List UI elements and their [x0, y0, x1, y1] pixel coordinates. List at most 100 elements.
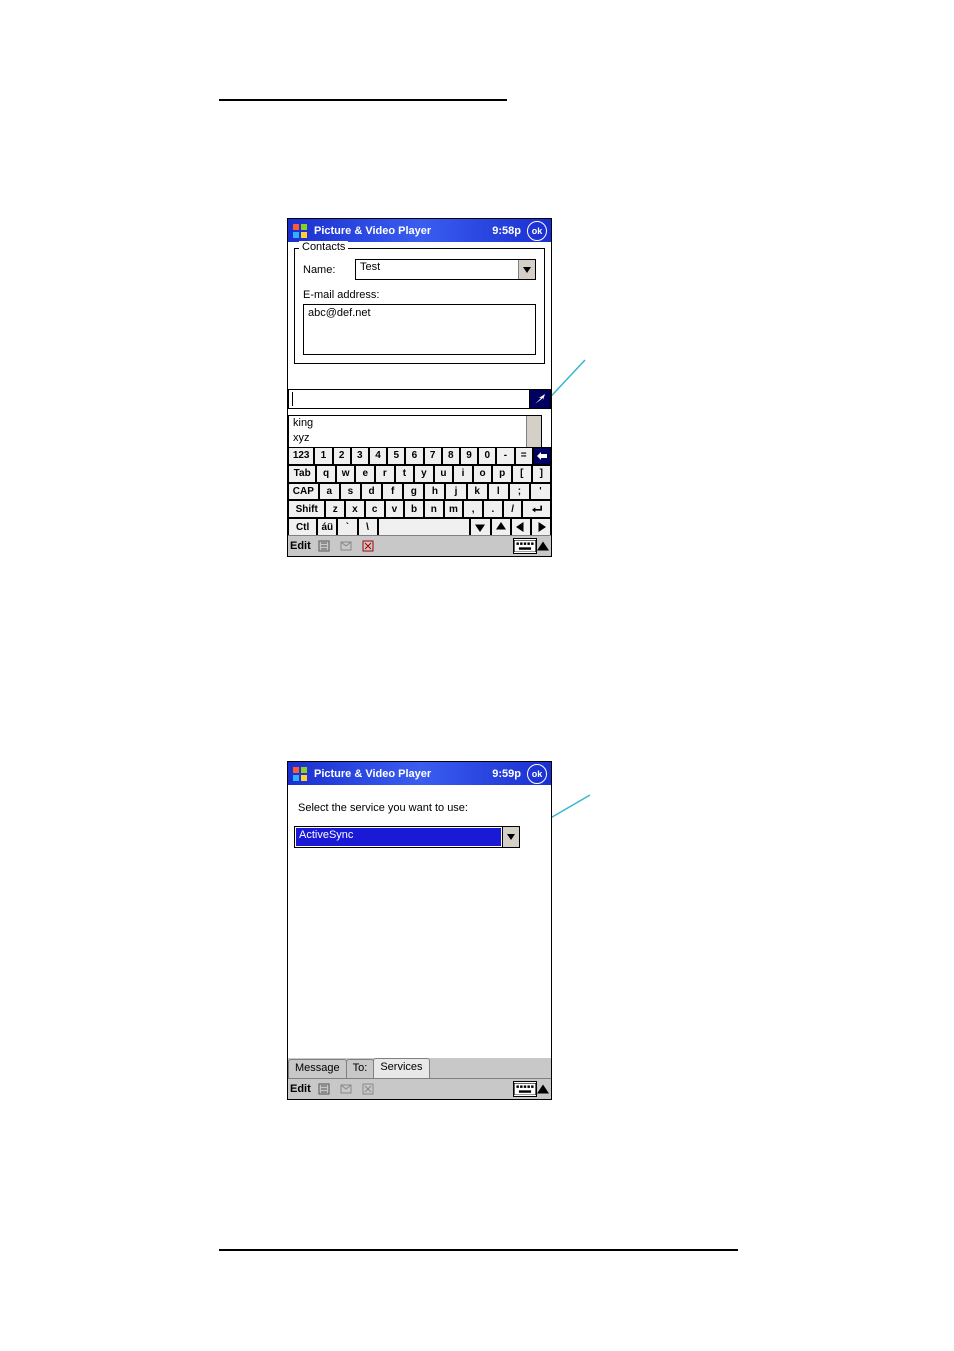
- edit-menu[interactable]: Edit: [290, 540, 311, 552]
- sip-toggle[interactable]: [513, 1081, 549, 1097]
- suggestion-item[interactable]: xyz: [289, 431, 541, 446]
- text-caret: [292, 392, 293, 406]
- tool-icon-2[interactable]: [337, 538, 355, 554]
- key-shift[interactable]: Shift: [288, 500, 325, 518]
- key[interactable]: .: [483, 500, 503, 518]
- ok-button[interactable]: ok: [527, 764, 547, 784]
- tool-icon-1[interactable]: [315, 1081, 333, 1097]
- tool-icon-2[interactable]: [337, 1081, 355, 1097]
- key[interactable]: \: [358, 518, 378, 536]
- tab-services[interactable]: Services: [373, 1058, 429, 1079]
- key[interactable]: ]: [532, 465, 552, 483]
- key[interactable]: z: [325, 500, 345, 518]
- key-accent[interactable]: áü: [317, 518, 337, 536]
- key[interactable]: f: [382, 483, 403, 501]
- keyboard-icon: [513, 1081, 537, 1097]
- key[interactable]: y: [414, 465, 434, 483]
- tab-to[interactable]: To:: [346, 1059, 375, 1080]
- key[interactable]: d: [361, 483, 382, 501]
- contacts-fieldset: Contacts Name: Test E-mail address: abc@…: [294, 248, 545, 364]
- section-divider-top: [219, 99, 507, 101]
- sip-toggle[interactable]: [513, 538, 549, 554]
- key[interactable]: t: [395, 465, 415, 483]
- service-combo[interactable]: ActiveSync: [294, 826, 520, 848]
- key-arrow-up[interactable]: [491, 518, 511, 536]
- recipient-input[interactable]: [288, 389, 530, 409]
- key[interactable]: 6: [405, 447, 423, 465]
- key[interactable]: k: [467, 483, 488, 501]
- key[interactable]: x: [345, 500, 365, 518]
- key-enter[interactable]: [522, 500, 551, 518]
- key[interactable]: h: [424, 483, 445, 501]
- ok-button[interactable]: ok: [527, 221, 547, 241]
- key[interactable]: g: [403, 483, 424, 501]
- key[interactable]: 7: [424, 447, 442, 465]
- key[interactable]: /: [503, 500, 523, 518]
- key[interactable]: 1: [314, 447, 332, 465]
- start-icon[interactable]: [292, 223, 308, 239]
- tool-icon-1[interactable]: [315, 538, 333, 554]
- key-arrow-down[interactable]: [470, 518, 490, 536]
- section-divider-bottom: [219, 1249, 738, 1251]
- key[interactable]: l: [488, 483, 509, 501]
- key[interactable]: ;: [509, 483, 530, 501]
- key[interactable]: e: [355, 465, 375, 483]
- key[interactable]: p: [492, 465, 512, 483]
- key[interactable]: j: [445, 483, 466, 501]
- tool-icon-delete[interactable]: [359, 1081, 377, 1097]
- key[interactable]: =: [515, 447, 533, 465]
- tool-icon-delete[interactable]: [359, 538, 377, 554]
- key[interactable]: c: [365, 500, 385, 518]
- key[interactable]: w: [336, 465, 356, 483]
- key[interactable]: s: [340, 483, 361, 501]
- key-arrow-right[interactable]: [531, 518, 551, 536]
- key-caps[interactable]: CAP: [288, 483, 319, 501]
- service-dropdown-button[interactable]: [502, 827, 519, 847]
- key[interactable]: a: [319, 483, 340, 501]
- tab-message[interactable]: Message: [288, 1059, 347, 1080]
- key[interactable]: 9: [460, 447, 478, 465]
- key[interactable]: 2: [333, 447, 351, 465]
- name-label: Name:: [303, 264, 355, 276]
- chevron-up-icon: [537, 1082, 549, 1096]
- name-dropdown-button[interactable]: [518, 260, 535, 279]
- key-arrow-left[interactable]: [511, 518, 531, 536]
- key[interactable]: ': [530, 483, 551, 501]
- key-ctl[interactable]: Ctl: [288, 518, 317, 536]
- key[interactable]: q: [316, 465, 336, 483]
- name-value: Test: [360, 261, 380, 273]
- autocomplete-list[interactable]: king xyz: [288, 415, 542, 448]
- key[interactable]: 8: [442, 447, 460, 465]
- email-textbox[interactable]: abc@def.net: [303, 304, 536, 355]
- key[interactable]: `: [337, 518, 357, 536]
- key[interactable]: [: [512, 465, 532, 483]
- key-space[interactable]: [378, 518, 471, 536]
- key[interactable]: ,: [463, 500, 483, 518]
- key[interactable]: o: [473, 465, 493, 483]
- suggestion-item[interactable]: king: [289, 416, 541, 431]
- key[interactable]: u: [434, 465, 454, 483]
- key[interactable]: n: [424, 500, 444, 518]
- contacts-legend: Contacts: [299, 241, 348, 253]
- key[interactable]: 5: [387, 447, 405, 465]
- key[interactable]: -: [496, 447, 514, 465]
- start-icon[interactable]: [292, 766, 308, 782]
- pick-contact-button[interactable]: [530, 389, 551, 409]
- edit-menu[interactable]: Edit: [290, 1083, 311, 1095]
- key-backspace[interactable]: [533, 447, 551, 465]
- key[interactable]: 0: [478, 447, 496, 465]
- key[interactable]: 4: [369, 447, 387, 465]
- email-value: abc@def.net: [308, 307, 371, 319]
- key-123[interactable]: 123: [288, 447, 314, 465]
- key[interactable]: 3: [351, 447, 369, 465]
- key-tab[interactable]: Tab: [288, 465, 316, 483]
- key[interactable]: r: [375, 465, 395, 483]
- scrollbar[interactable]: [526, 416, 541, 448]
- device-screenshot-2: Picture & Video Player 9:59p ok Select t…: [287, 761, 552, 1100]
- key[interactable]: b: [404, 500, 424, 518]
- key[interactable]: m: [444, 500, 464, 518]
- name-combo[interactable]: Test: [355, 259, 536, 280]
- key[interactable]: i: [453, 465, 473, 483]
- key[interactable]: v: [385, 500, 405, 518]
- clock: 9:58p: [492, 225, 521, 237]
